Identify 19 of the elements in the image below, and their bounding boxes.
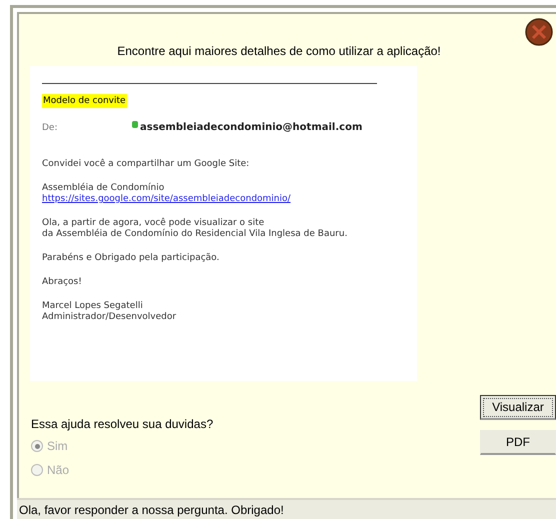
email-text: Parabéns e Obrigado pela participação. <box>42 253 220 264</box>
email-text: Marcel Lopes Segatelli <box>42 301 144 312</box>
site-link[interactable]: https://sites.google.com/site/assembleiadecondominio/ <box>42 194 405 205</box>
email-text: Abraços! <box>42 277 83 288</box>
email-text: da Assembléia de Condomínio do Residencial Vila Inglesa de Bauru. <box>42 229 348 240</box>
close-icon[interactable] <box>525 18 553 46</box>
action-button[interactable]: Visualizar <box>480 395 556 420</box>
email-text: Convidei você a compartilhar um Google Site: <box>42 159 250 170</box>
template-label: Modelo de convite <box>42 94 127 108</box>
email-text: Assembléia de Condomínio <box>42 183 166 194</box>
sender-address: assembleiadecondominio@hotmail.com <box>140 122 362 133</box>
help-heading: Encontre aqui maiores detalhes de como utilizar a aplicação! <box>116 44 442 58</box>
status-icon <box>132 121 138 128</box>
from-label: De: <box>42 122 58 132</box>
email-text: Ola, a partir de agora, você pode visualizar o site <box>42 218 266 228</box>
status-bar: Ola, favor responder a nossa pergunta. Obrigado! <box>17 498 556 519</box>
email-text: Administrador/Desenvolvedor <box>42 312 178 323</box>
action-button[interactable]: PDF <box>480 430 556 455</box>
question-text: Essa ajuda resolveu sua duvidas? <box>31 417 214 431</box>
